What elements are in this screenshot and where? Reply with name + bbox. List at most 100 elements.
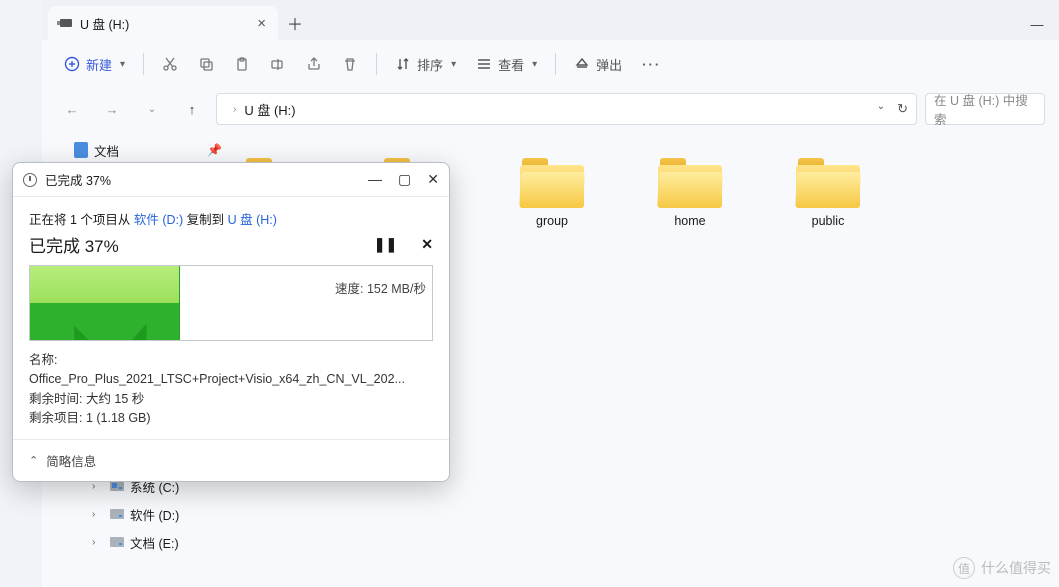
detail-name: 名称: Office_Pro_Plus_2021_LTSC+Project+Vi… — [29, 351, 433, 390]
more-icon: ··· — [642, 57, 661, 72]
eject-icon — [574, 56, 590, 72]
search-placeholder: 在 U 盘 (H:) 中搜索 — [934, 90, 1036, 128]
rename-button[interactable] — [262, 47, 294, 81]
folder-label: public — [812, 214, 845, 228]
tab-title: U 盘 (H:) — [80, 14, 129, 33]
back-button[interactable]: ← — [56, 93, 88, 125]
dialog-title: 已完成 37% — [45, 170, 111, 189]
drive-icon — [110, 481, 124, 491]
progress-text: 已完成 37% — [29, 232, 119, 257]
copy-button[interactable] — [190, 47, 222, 81]
pin-icon: 📌 — [207, 143, 222, 157]
speed-label: 速度: 152 MB/秒 — [335, 278, 426, 297]
folder-icon — [520, 158, 584, 208]
delete-button[interactable] — [334, 47, 366, 81]
dialog-body: 正在将 1 个项目从 软件 (D:) 复制到 U 盘 (H:) 已完成 37% … — [13, 197, 449, 439]
address-row: ← → ⌄ ↑ › U 盘 (H:) ⌄ ↻ 在 U 盘 (H:) 中搜索 — [42, 88, 1059, 130]
pause-button[interactable]: ❚❚ — [374, 236, 397, 253]
new-button[interactable]: 新建 ▾ — [56, 47, 133, 81]
copy-details: 名称: Office_Pro_Plus_2021_LTSC+Project+Vi… — [29, 351, 433, 439]
usb-drive-icon — [60, 19, 72, 27]
chevron-right-icon: › — [233, 104, 236, 115]
sidebar-label: 文档 — [94, 141, 119, 160]
chevron-down-icon: ▾ — [451, 59, 456, 70]
source-link[interactable]: 软件 (D:) — [134, 213, 183, 227]
new-label: 新建 — [86, 55, 112, 74]
view-label: 查看 — [498, 55, 524, 74]
trash-icon — [342, 56, 358, 72]
copy-description: 正在将 1 个项目从 软件 (D:) 复制到 U 盘 (H:) — [29, 209, 433, 228]
forward-button[interactable]: → — [96, 93, 128, 125]
sidebar-label: 文档 (E:) — [130, 533, 179, 552]
share-button[interactable] — [298, 47, 330, 81]
more-button[interactable]: ··· — [634, 47, 669, 81]
sort-button[interactable]: 排序 ▾ — [387, 47, 464, 81]
sidebar-item-drive-d[interactable]: › 软件 (D:) — [54, 500, 222, 528]
up-button[interactable]: ↑ — [176, 93, 208, 125]
cut-button[interactable] — [154, 47, 186, 81]
sort-label: 排序 — [417, 55, 443, 74]
divider — [376, 53, 377, 75]
watermark-text: 什么值得买 — [981, 558, 1051, 578]
close-tab-button[interactable]: × — [257, 15, 266, 32]
minimize-button[interactable]: — — [1015, 8, 1059, 40]
paste-button[interactable] — [226, 47, 258, 81]
divider — [555, 53, 556, 75]
address-bar[interactable]: › U 盘 (H:) ⌄ ↻ — [216, 93, 917, 125]
chevron-right-icon[interactable]: › — [92, 537, 104, 548]
document-icon — [74, 142, 88, 158]
folder-icon — [658, 158, 722, 208]
cancel-button[interactable]: ✕ — [421, 236, 433, 253]
maximize-button[interactable]: ▢ — [398, 171, 411, 188]
close-button[interactable]: ✕ — [427, 171, 439, 188]
rename-icon — [270, 56, 286, 72]
chevron-down-icon: ▾ — [532, 59, 537, 70]
search-input[interactable]: 在 U 盘 (H:) 中搜索 — [925, 93, 1045, 125]
dialog-footer: ⌃ 简略信息 — [13, 439, 449, 481]
address-actions: ⌄ ↻ — [877, 101, 908, 117]
chevron-right-icon[interactable]: › — [92, 481, 104, 492]
dialog-window-controls: — ▢ ✕ — [368, 171, 439, 188]
sidebar-item-documents[interactable]: 文档 📌 — [54, 136, 222, 164]
view-button[interactable]: 查看 ▾ — [468, 47, 545, 81]
sidebar-label: 软件 (D:) — [130, 505, 179, 524]
folder-label: home — [674, 214, 705, 228]
share-icon — [306, 56, 322, 72]
folder-icon — [796, 158, 860, 208]
window-controls: — — [1015, 8, 1059, 40]
cut-icon — [162, 56, 178, 72]
folder-public[interactable]: public — [792, 158, 864, 228]
folder-home[interactable]: home — [654, 158, 726, 228]
copy-icon — [198, 56, 214, 72]
breadcrumb-current: U 盘 (H:) — [244, 100, 295, 119]
detail-time: 剩余时间: 大约 15 秒 — [29, 390, 433, 409]
chevron-right-icon[interactable]: › — [92, 509, 104, 520]
sort-icon — [395, 56, 411, 72]
view-icon — [476, 56, 492, 72]
chevron-down-icon: ▾ — [120, 59, 125, 70]
eject-label: 弹出 — [596, 55, 622, 74]
detail-items: 剩余项目: 1 (1.18 GB) — [29, 409, 433, 428]
tab-bar: U 盘 (H:) × ＋ — — [42, 0, 1059, 40]
dest-link[interactable]: U 盘 (H:) — [228, 213, 277, 227]
watermark-icon: 值 — [953, 557, 975, 579]
minimize-button[interactable]: — — [368, 171, 382, 188]
paste-icon — [234, 56, 250, 72]
folder-label: group — [536, 214, 568, 228]
dropdown-button[interactable]: ⌄ — [877, 101, 885, 117]
file-copy-dialog: 已完成 37% — ▢ ✕ 正在将 1 个项目从 软件 (D:) 复制到 U 盘… — [12, 162, 450, 482]
less-info-button[interactable]: 简略信息 — [46, 451, 96, 470]
dialog-titlebar[interactable]: 已完成 37% — ▢ ✕ — [13, 163, 449, 197]
toolbar: 新建 ▾ 排序 ▾ 查看 ▾ 弹出 ··· — [42, 40, 1059, 88]
drive-icon — [110, 537, 124, 547]
eject-button[interactable]: 弹出 — [566, 47, 630, 81]
refresh-button[interactable]: ↻ — [897, 101, 908, 117]
sidebar-item-drive-e[interactable]: › 文档 (E:) — [54, 528, 222, 556]
recent-button[interactable]: ⌄ — [136, 93, 168, 125]
new-tab-button[interactable]: ＋ — [278, 6, 312, 40]
collapse-icon[interactable]: ⌃ — [29, 454, 38, 467]
folder-group[interactable]: group — [516, 158, 588, 228]
clock-icon — [23, 173, 37, 187]
tab-usb-drive[interactable]: U 盘 (H:) × — [48, 6, 278, 40]
plus-circle-icon — [64, 56, 80, 72]
